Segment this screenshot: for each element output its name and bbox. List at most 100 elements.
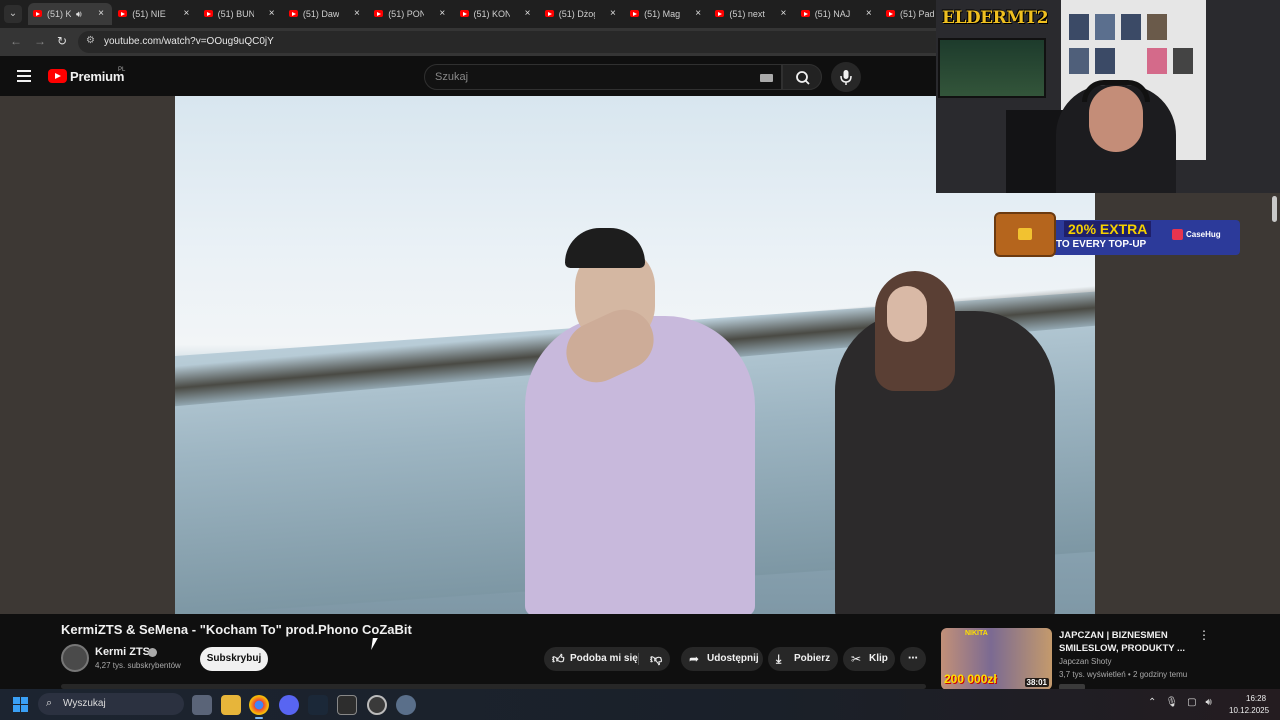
search-input[interactable]: Szukaj [424,64,782,90]
youtube-favicon-icon [800,10,810,17]
video-scene-cap [565,228,645,268]
microphone-icon [840,70,852,85]
steam-icon[interactable] [308,695,328,715]
tab-search-button[interactable]: ⌄ [4,5,22,23]
tab-label: (51) KONF [473,9,510,19]
thumbnail-caption-top: NIKITA [965,630,988,637]
clock-date[interactable]: 10.12.2025 [1229,706,1269,715]
channel-avatar[interactable] [61,644,89,672]
site-info-icon[interactable]: ⚙ [86,35,95,46]
tab-close-icon[interactable]: × [866,3,872,25]
channel-name[interactable]: Kermi ZTS [95,646,150,658]
youtube-favicon-icon [33,10,42,17]
subscribe-button[interactable]: Subskrybuj [200,647,268,671]
tab-label: (51) NIE M [132,9,168,19]
thumbs-down-icon[interactable]: 👎︎ [650,647,662,671]
task-view-icon[interactable] [192,695,212,715]
download-button[interactable]: ⤓ Pobierz [768,647,838,671]
tab-label: (51) Pad [900,9,935,19]
tab-close-icon[interactable]: × [98,3,104,25]
suggested-video-thumbnail[interactable]: NIKITA 200 000zł 38:01 [941,628,1052,690]
youtube-favicon-icon [118,10,128,17]
page-scrollbar[interactable] [1272,196,1277,222]
discord-icon[interactable] [279,695,299,715]
shelf-item [1173,48,1193,74]
youtube-logo-icon[interactable] [48,69,67,83]
browser-tab[interactable]: (51) nextb × [710,3,794,25]
forward-icon[interactable]: → [34,34,46,48]
xbox-icon[interactable] [337,695,357,715]
tab-close-icon[interactable]: × [695,3,701,25]
browser-tab[interactable]: (51) NAJLE × [796,3,880,25]
settings-icon[interactable] [396,695,416,715]
search-icon: ⌕ [46,697,53,709]
back-icon[interactable]: ← [10,34,22,48]
taskbar-search-label: Wyszukaj [63,698,106,709]
browser-tab[interactable]: (51) NIE M × [113,3,197,25]
tab-close-icon[interactable]: × [183,3,189,25]
tab-label: (51) Dżogr [558,9,595,19]
menu-icon[interactable] [17,70,31,82]
reload-icon[interactable]: ↻ [57,34,67,48]
tab-audio-icon[interactable]: 🔊︎ [76,3,82,25]
subscriber-count: 4,27 tys. subskrybentów [95,661,181,670]
youtube-favicon-icon [715,10,725,17]
browser-tab[interactable]: (51) Magd × [625,3,709,25]
browser-tab[interactable]: (51) KONF × [455,3,539,25]
browser-tab[interactable]: (51) Ke 🔊︎ × [28,3,112,25]
more-vertical-icon[interactable]: ⋮ [1198,628,1210,642]
ad-brand: CaseHug [1186,230,1221,239]
shelf-item [1095,14,1115,40]
share-button[interactable]: ➦ Udostępnij [681,647,763,671]
suggested-meta: 3,7 tys. wyświetleń • 2 godziny temu [1059,670,1188,679]
shelf-item [1121,14,1141,40]
search-button[interactable] [782,64,822,90]
video-info-section: KermiZTS & SeMena - "Kocham To" prod.Pho… [0,614,1280,690]
browser-tab[interactable]: (51) PONG × [369,3,453,25]
search-icon [796,71,810,85]
clip-button[interactable]: ✂ Klip [843,647,895,671]
address-bar[interactable]: ⚙ youtube.com/watch?v=OOug9uQC0jY [78,31,948,53]
tab-close-icon[interactable]: × [610,3,616,25]
tab-close-icon[interactable]: × [269,3,275,25]
streamer-webcam-overlay: ELDERMT2 [936,0,1280,193]
browser-tab[interactable]: (51) Dżogr × [540,3,624,25]
tab-close-icon[interactable]: × [439,3,445,25]
keyboard-icon[interactable] [760,74,773,82]
voice-search-button[interactable] [831,62,861,92]
thumbnail-caption: 200 000zł [944,672,997,686]
video-duration: 38:01 [1024,678,1049,687]
suggested-video-title[interactable]: JAPCZAN | BIZNESMEN SMILESLOW, PRODUKTY … [1059,629,1189,655]
tab-close-icon[interactable]: × [781,3,787,25]
treasure-chest-icon [994,212,1056,257]
suggested-channel[interactable]: Japczan Shoty [1059,657,1111,666]
youtube-favicon-icon [203,10,213,17]
taskbar-search[interactable]: ⌕ Wyszukaj [38,693,184,715]
casehug-icon [1172,229,1183,240]
file-explorer-icon[interactable] [221,695,241,715]
tab-close-icon[interactable]: × [354,3,360,25]
scissors-icon: ✂ [851,652,862,666]
tab-close-icon[interactable]: × [525,3,531,25]
browser-tab[interactable]: (51) Dawid × [284,3,368,25]
windows-start-icon[interactable] [13,697,29,713]
tab-label: (51) PONG [388,9,425,19]
clock-time[interactable]: 16:28 [1246,694,1266,703]
shelf-item [1147,48,1167,74]
url-text[interactable]: youtube.com/watch?v=OOug9uQC0jY [104,36,274,47]
youtube-favicon-icon [630,10,640,17]
chrome-icon[interactable] [249,695,269,715]
youtube-favicon-icon [459,10,469,17]
obs-icon[interactable] [367,695,387,715]
logo-text[interactable]: Premium [70,69,124,84]
more-actions-button[interactable]: ⋯ [900,647,926,671]
thumbs-up-icon[interactable]: 👍︎ [552,647,565,671]
system-tray-icons[interactable]: ⌃🎙︎▢🔊︎ [1148,697,1221,708]
tab-label: (51) BUNG [217,9,254,19]
like-button[interactable]: Podoba mi się [570,647,638,671]
verified-icon [148,648,157,657]
download-icon: ⤓ [776,652,782,666]
youtube-favicon-icon [374,10,384,17]
browser-tab[interactable]: (51) BUNG × [199,3,283,25]
logo-region: PL [118,67,126,73]
